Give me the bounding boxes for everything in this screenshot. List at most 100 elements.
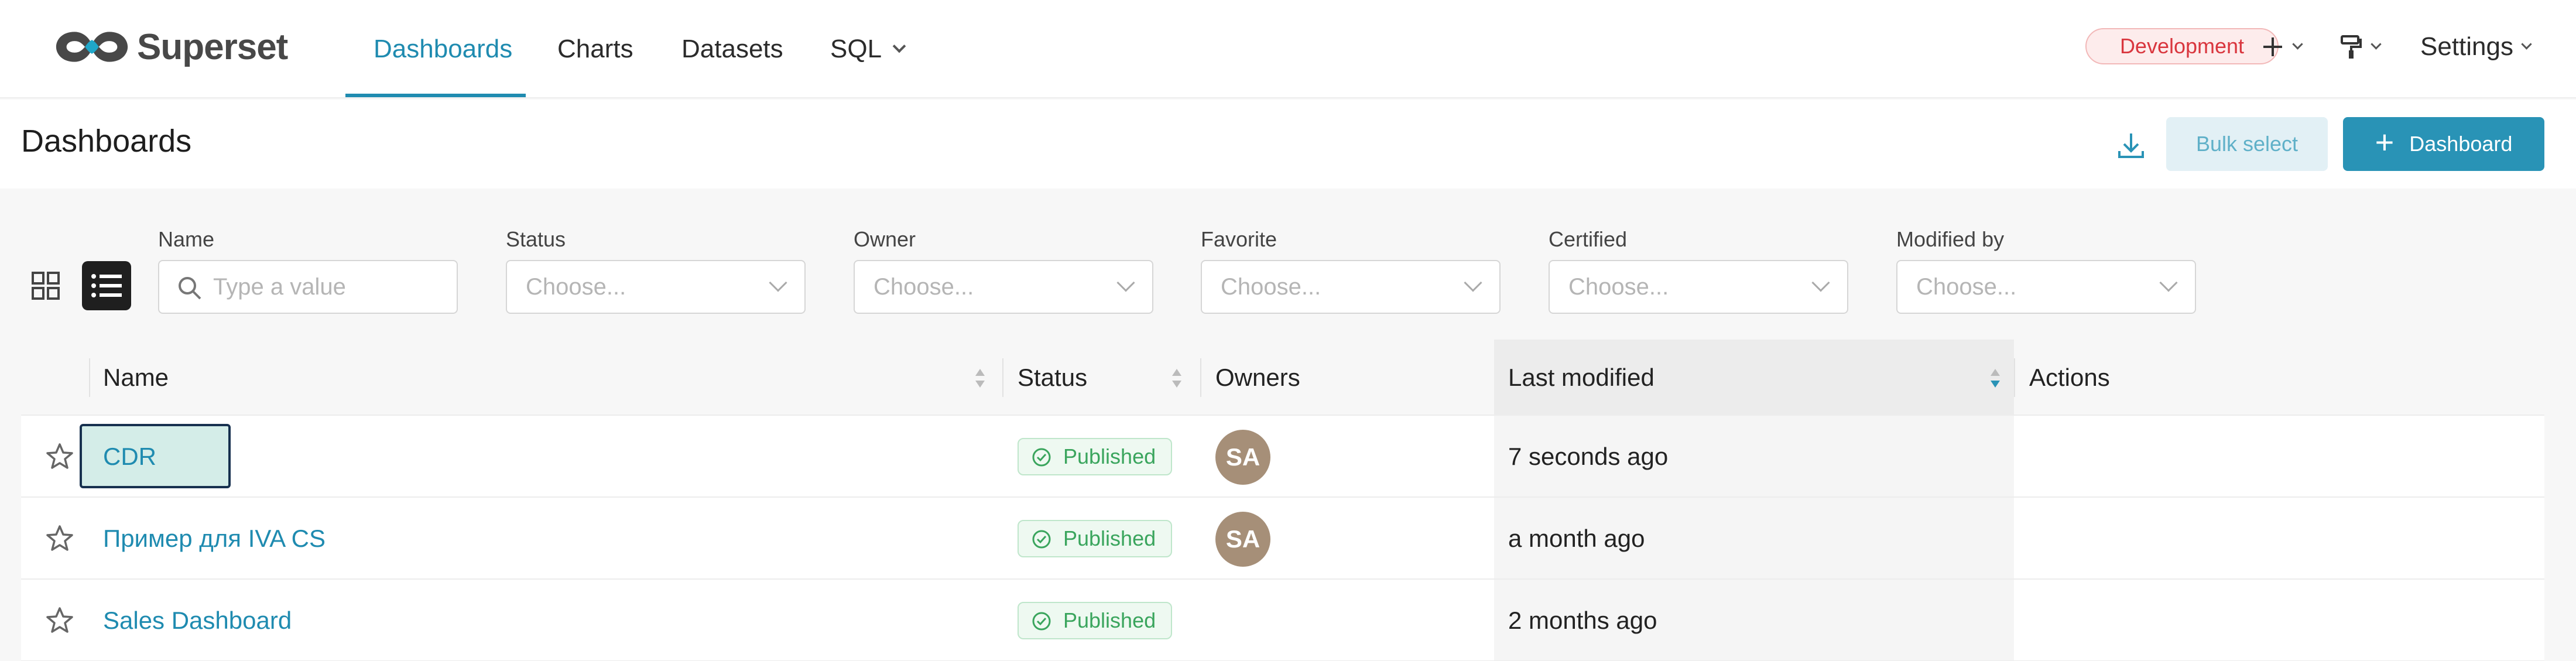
superset-logo[interactable]: Superset	[52, 22, 288, 71]
table-row[interactable]: CDR Published SA 7 seconds ago	[21, 416, 2544, 498]
column-header-actions: Actions	[2029, 340, 2110, 416]
sort-descending-icon[interactable]	[1988, 365, 2002, 391]
status-badge-label: Published	[1063, 444, 1156, 468]
settings-menu[interactable]: Settings	[2420, 0, 2532, 94]
avatar[interactable]: SA	[1215, 430, 1270, 485]
check-circle-icon	[1032, 612, 1051, 631]
name-search-input[interactable]: Type a value	[158, 260, 458, 314]
status-select[interactable]: Choose...	[506, 260, 806, 314]
sort-icon[interactable]	[973, 365, 987, 391]
new-item-menu[interactable]	[2261, 0, 2303, 94]
owner-select-placeholder: Choose...	[873, 273, 974, 300]
search-icon	[179, 277, 201, 300]
chevron-down-icon	[769, 273, 787, 292]
favorite-select-placeholder: Choose...	[1221, 273, 1321, 300]
top-navbar: Superset Dashboards Charts Datasets SQL …	[0, 0, 2576, 98]
download-icon	[2118, 133, 2144, 158]
column-separator	[1002, 358, 1003, 397]
nav-active-indicator	[345, 94, 526, 97]
certified-select[interactable]: Choose...	[1549, 260, 1848, 314]
column-header-name-label: Name	[103, 364, 169, 391]
status-badge: Published	[1018, 438, 1173, 475]
nav-datasets-label: Datasets	[681, 35, 783, 63]
modified-by-select[interactable]: Choose...	[1896, 260, 2196, 314]
plus-icon	[2263, 37, 2282, 56]
status-badge-label: Published	[1063, 526, 1156, 550]
filter-name: Name Type a value	[158, 227, 458, 314]
download-button[interactable]	[2115, 129, 2147, 162]
last-modified-cell: a month ago	[1508, 525, 1645, 552]
bulk-select-button[interactable]: Bulk select	[2166, 117, 2328, 171]
last-modified-cell: 2 months ago	[1508, 607, 1657, 634]
column-separator	[89, 358, 90, 397]
favorite-select[interactable]: Choose...	[1201, 260, 1501, 314]
page-title: Dashboards	[21, 124, 192, 159]
nav-sql[interactable]: SQL	[830, 0, 906, 98]
filter-owner: Owner Choose...	[854, 227, 1153, 314]
list-icon	[91, 274, 122, 297]
table-row[interactable]: Sales Dashboard Published 2 months ago	[21, 580, 2544, 661]
favorite-star-icon[interactable]	[44, 605, 75, 636]
column-header-owners-label: Owners	[1215, 364, 1300, 391]
column-header-name[interactable]: Name	[103, 340, 169, 416]
chevron-down-icon	[2292, 38, 2303, 50]
plus-icon: +	[2375, 124, 2395, 160]
dashboard-name-link[interactable]: Sales Dashboard	[103, 580, 292, 661]
list-view-toggle[interactable]	[82, 261, 131, 310]
status-badge: Published	[1018, 602, 1173, 639]
column-header-owners: Owners	[1215, 340, 1300, 416]
settings-label: Settings	[2420, 32, 2513, 61]
chevron-down-icon	[1464, 273, 1482, 292]
filter-name-label: Name	[158, 227, 215, 251]
chevron-down-icon	[892, 39, 906, 53]
column-separator	[1200, 358, 1201, 397]
owner-select[interactable]: Choose...	[854, 260, 1153, 314]
chevron-down-icon	[2371, 38, 2382, 50]
table-header: Name Status Owners Last modified Actions	[21, 340, 2544, 416]
filter-modified-by-label: Modified by	[1896, 227, 2005, 251]
nav-dashboards-label: Dashboards	[374, 35, 513, 63]
nav-charts[interactable]: Charts	[557, 0, 633, 98]
grid-icon	[32, 272, 60, 300]
superset-logo-text: Superset	[137, 26, 288, 67]
column-header-status-label: Status	[1018, 364, 1088, 391]
column-separator	[2014, 358, 2015, 397]
filter-modified-by: Modified by Choose...	[1896, 227, 2196, 314]
add-dashboard-label: Dashboard	[2409, 132, 2513, 156]
nav-dashboards[interactable]: Dashboards	[374, 0, 512, 98]
filter-favorite-label: Favorite	[1201, 227, 1277, 251]
favorite-star-icon[interactable]	[44, 523, 75, 554]
column-header-status[interactable]: Status	[1018, 340, 1087, 416]
nav-sql-label: SQL	[830, 35, 882, 63]
superset-logo-icon	[56, 32, 128, 62]
card-view-toggle[interactable]	[21, 261, 70, 310]
chevron-down-icon	[2521, 38, 2532, 50]
status-badge: Published	[1018, 520, 1173, 557]
nav-datasets[interactable]: Datasets	[681, 0, 783, 98]
chevron-down-icon	[2159, 273, 2178, 292]
chevron-down-icon	[1811, 273, 1830, 292]
filter-status-label: Status	[506, 227, 566, 251]
dashboard-name-link[interactable]: Пример для IVA CS	[103, 498, 326, 580]
favorite-star-icon[interactable]	[44, 441, 75, 472]
last-modified-cell: 7 seconds ago	[1508, 443, 1669, 470]
theme-menu[interactable]	[2339, 0, 2382, 94]
filter-owner-label: Owner	[854, 227, 916, 251]
chevron-down-icon	[1116, 273, 1135, 292]
table-row[interactable]: Пример для IVA CS Published SA a month a…	[21, 498, 2544, 580]
page-header: Dashboards Bulk select + Dashboard	[0, 100, 2576, 189]
add-dashboard-button[interactable]: + Dashboard	[2343, 117, 2544, 171]
name-search-placeholder: Type a value	[213, 273, 346, 300]
filter-certified-label: Certified	[1549, 227, 1628, 251]
avatar[interactable]: SA	[1215, 512, 1270, 567]
sort-icon[interactable]	[1170, 365, 1184, 391]
dashboard-name-link[interactable]: CDR	[103, 416, 156, 498]
paint-roller-icon	[2341, 35, 2362, 59]
filter-favorite: Favorite Choose...	[1201, 227, 1501, 314]
filter-status: Status Choose...	[506, 227, 806, 314]
dashboards-table: Name Status Owners Last modified Actions	[21, 340, 2544, 661]
check-circle-icon	[1032, 448, 1051, 467]
column-header-last-modified[interactable]: Last modified	[1508, 340, 1654, 416]
environment-badge: Development	[2085, 28, 2279, 64]
nav-charts-label: Charts	[557, 35, 633, 63]
